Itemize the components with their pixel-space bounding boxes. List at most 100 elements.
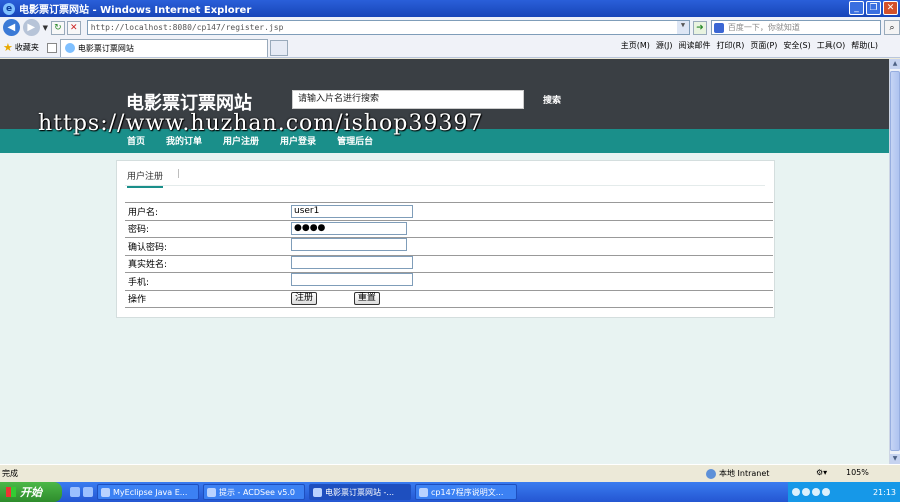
cmd-feeds[interactable]: 源(J)	[656, 40, 673, 51]
favorites-label: 收藏夹	[14, 43, 39, 52]
system-tray: 21:13	[788, 482, 900, 502]
stop-icon[interactable]: ✕	[66, 20, 81, 35]
task-acdsee-label: 提示 - ACDSee v5.0	[219, 487, 295, 497]
task-myeclipse[interactable]: MyEclipse Java E...	[97, 484, 199, 500]
task-doc-label: cp147程序说明文...	[431, 487, 504, 497]
movie-search-input[interactable]: 请输入片名进行搜索	[292, 90, 524, 109]
start-button[interactable]: 开始	[0, 482, 62, 502]
scroll-up-icon[interactable]: ▲	[890, 59, 900, 69]
cmd-help[interactable]: 帮助(L)	[851, 40, 878, 51]
register-form: 用户名: user1 密码: ●●●● 确认密码: 真实姓名: 手机: 操作 注…	[125, 202, 773, 308]
watermark-text: https://www.huzhan.com/ishop39397	[38, 111, 484, 136]
reset-button[interactable]: 重置	[353, 292, 380, 306]
scroll-thumb[interactable]	[890, 71, 900, 451]
page-favicon-icon	[64, 43, 75, 53]
vertical-scrollbar[interactable]: ▲ ▼	[889, 59, 900, 464]
go-arrow-icon[interactable]: ➜	[693, 20, 707, 35]
tab-separator: |	[177, 169, 181, 179]
browser-search-placeholder: 百度一下，你就知道	[727, 23, 800, 32]
form-row-realname: 真实姓名:	[125, 254, 773, 273]
favorites-button[interactable]: ★ 收藏夹	[0, 41, 39, 54]
favorites-bar: ★ 收藏夹 电影票订票网站 主页(M) 源(J) 阅读邮件 打印(R) 页面(P…	[0, 38, 900, 58]
protected-mode-icon[interactable]: ⚙▾	[816, 468, 827, 477]
history-dropdown-icon[interactable]: ▼	[43, 24, 48, 32]
scroll-down-icon[interactable]: ▼	[890, 454, 900, 464]
phone-label: 手机:	[125, 272, 288, 291]
back-button[interactable]: ◀	[3, 19, 20, 36]
minimize-button[interactable]: _	[849, 1, 864, 15]
tray-security-icon[interactable]	[812, 488, 820, 496]
command-bar: 主页(M) 源(J) 阅读邮件 打印(R) 页面(P) 安全(S) 工具(O) …	[621, 40, 878, 51]
cmd-home[interactable]: 主页(M)	[621, 40, 650, 51]
myeclipse-icon	[101, 487, 110, 497]
status-text: 完成	[2, 469, 18, 478]
realname-input[interactable]	[291, 255, 413, 269]
quick-launch-ie-icon[interactable]	[70, 487, 80, 497]
password-input[interactable]: ●●●●	[291, 222, 407, 236]
windows-flag-icon	[6, 487, 16, 497]
realname-label: 真实姓名:	[125, 254, 288, 273]
password-label: 密码:	[125, 219, 288, 238]
tray-network-icon[interactable]	[792, 488, 800, 496]
forward-button[interactable]: ▶	[22, 19, 40, 36]
confirm-password-label: 确认密码:	[125, 237, 288, 256]
window-controls: _ ❐ ✕	[849, 1, 898, 15]
tab-current[interactable]: 电影票订票网站	[59, 38, 268, 57]
cmd-page[interactable]: 页面(P)	[750, 40, 777, 51]
confirm-password-input[interactable]	[291, 238, 407, 252]
quick-tabs-icon[interactable]	[46, 42, 57, 53]
quick-launch	[70, 487, 93, 497]
url-input[interactable]: http://localhost:8080/cp147/register.jsp…	[86, 20, 690, 35]
browser-search-input[interactable]: 百度一下，你就知道	[710, 20, 882, 35]
task-acdsee[interactable]: 提示 - ACDSee v5.0	[203, 484, 305, 500]
page-viewport: 电影票订票网站 请输入片名进行搜索 搜索 首页 我的订单 用户注册 用户登录 管…	[0, 59, 889, 464]
cmd-safety[interactable]: 安全(S)	[783, 40, 810, 51]
acdsee-icon	[207, 487, 216, 497]
tab-title: 电影票订票网站	[77, 43, 134, 53]
task-ie-label: 电影票订票网站 -...	[325, 487, 395, 497]
task-myeclipse-label: MyEclipse Java E...	[113, 487, 188, 497]
movie-search-button[interactable]: 搜索	[543, 93, 561, 106]
cmd-mail[interactable]: 阅读邮件	[679, 40, 711, 51]
status-bar: 完成 本地 Intranet ⚙▾ 105%	[0, 464, 900, 482]
window-titlebar: e 电影票订票网站 - Windows Internet Explorer _ …	[0, 0, 900, 17]
window-title: 电影票订票网站 - Windows Internet Explorer	[19, 5, 252, 16]
tray-input-icon[interactable]	[822, 488, 830, 496]
register-submit-button[interactable]: 注册	[291, 292, 318, 306]
register-panel: 用户注册 | 用户名: user1 密码: ●●●● 确认密码: 真实姓名: 手…	[116, 160, 775, 318]
url-text: http://localhost:8080/cp147/register.jsp	[90, 23, 284, 32]
username-input[interactable]: user1	[291, 204, 413, 218]
username-label: 用户名:	[125, 202, 288, 221]
action-label: 操作	[125, 289, 288, 308]
tray-clock: 21:13	[872, 487, 896, 497]
form-row-confirm-password: 确认密码:	[125, 237, 773, 256]
address-bar: ◀ ▶ ▼ ↻ ✕ http://localhost:8080/cp147/re…	[0, 17, 900, 38]
baidu-icon	[713, 23, 724, 33]
form-row-phone: 手机:	[125, 272, 773, 291]
document-icon	[419, 487, 428, 497]
windows-taskbar: 开始 MyEclipse Java E... 提示 - ACDSee v5.0 …	[0, 482, 900, 502]
form-row-username: 用户名: user1	[125, 202, 773, 221]
ie-logo-icon: e	[3, 2, 15, 15]
zoom-level[interactable]: 105%	[846, 468, 869, 477]
start-label: 开始	[20, 486, 42, 499]
security-zone[interactable]: 本地 Intranet	[706, 468, 769, 479]
search-icon[interactable]: ⌕	[884, 20, 900, 35]
intranet-globe-icon	[706, 468, 716, 479]
task-ie[interactable]: 电影票订票网站 -...	[309, 484, 411, 500]
form-row-password: 密码: ●●●●	[125, 219, 773, 238]
panel-divider	[125, 185, 765, 186]
tray-volume-icon[interactable]	[802, 488, 810, 496]
star-icon: ★	[3, 41, 13, 54]
close-button[interactable]: ✕	[883, 1, 898, 15]
form-row-actions: 操作 注册 重置	[125, 289, 773, 308]
new-tab-button[interactable]	[269, 39, 288, 56]
refresh-icon[interactable]: ↻	[51, 20, 65, 35]
phone-input[interactable]	[291, 273, 413, 287]
maximize-button[interactable]: ❐	[866, 1, 881, 15]
cmd-tools[interactable]: 工具(O)	[817, 40, 846, 51]
quick-launch-desktop-icon[interactable]	[83, 487, 93, 497]
task-doc[interactable]: cp147程序说明文...	[415, 484, 517, 500]
cmd-print[interactable]: 打印(R)	[717, 40, 745, 51]
url-dropdown-icon[interactable]: ▼	[677, 21, 689, 34]
